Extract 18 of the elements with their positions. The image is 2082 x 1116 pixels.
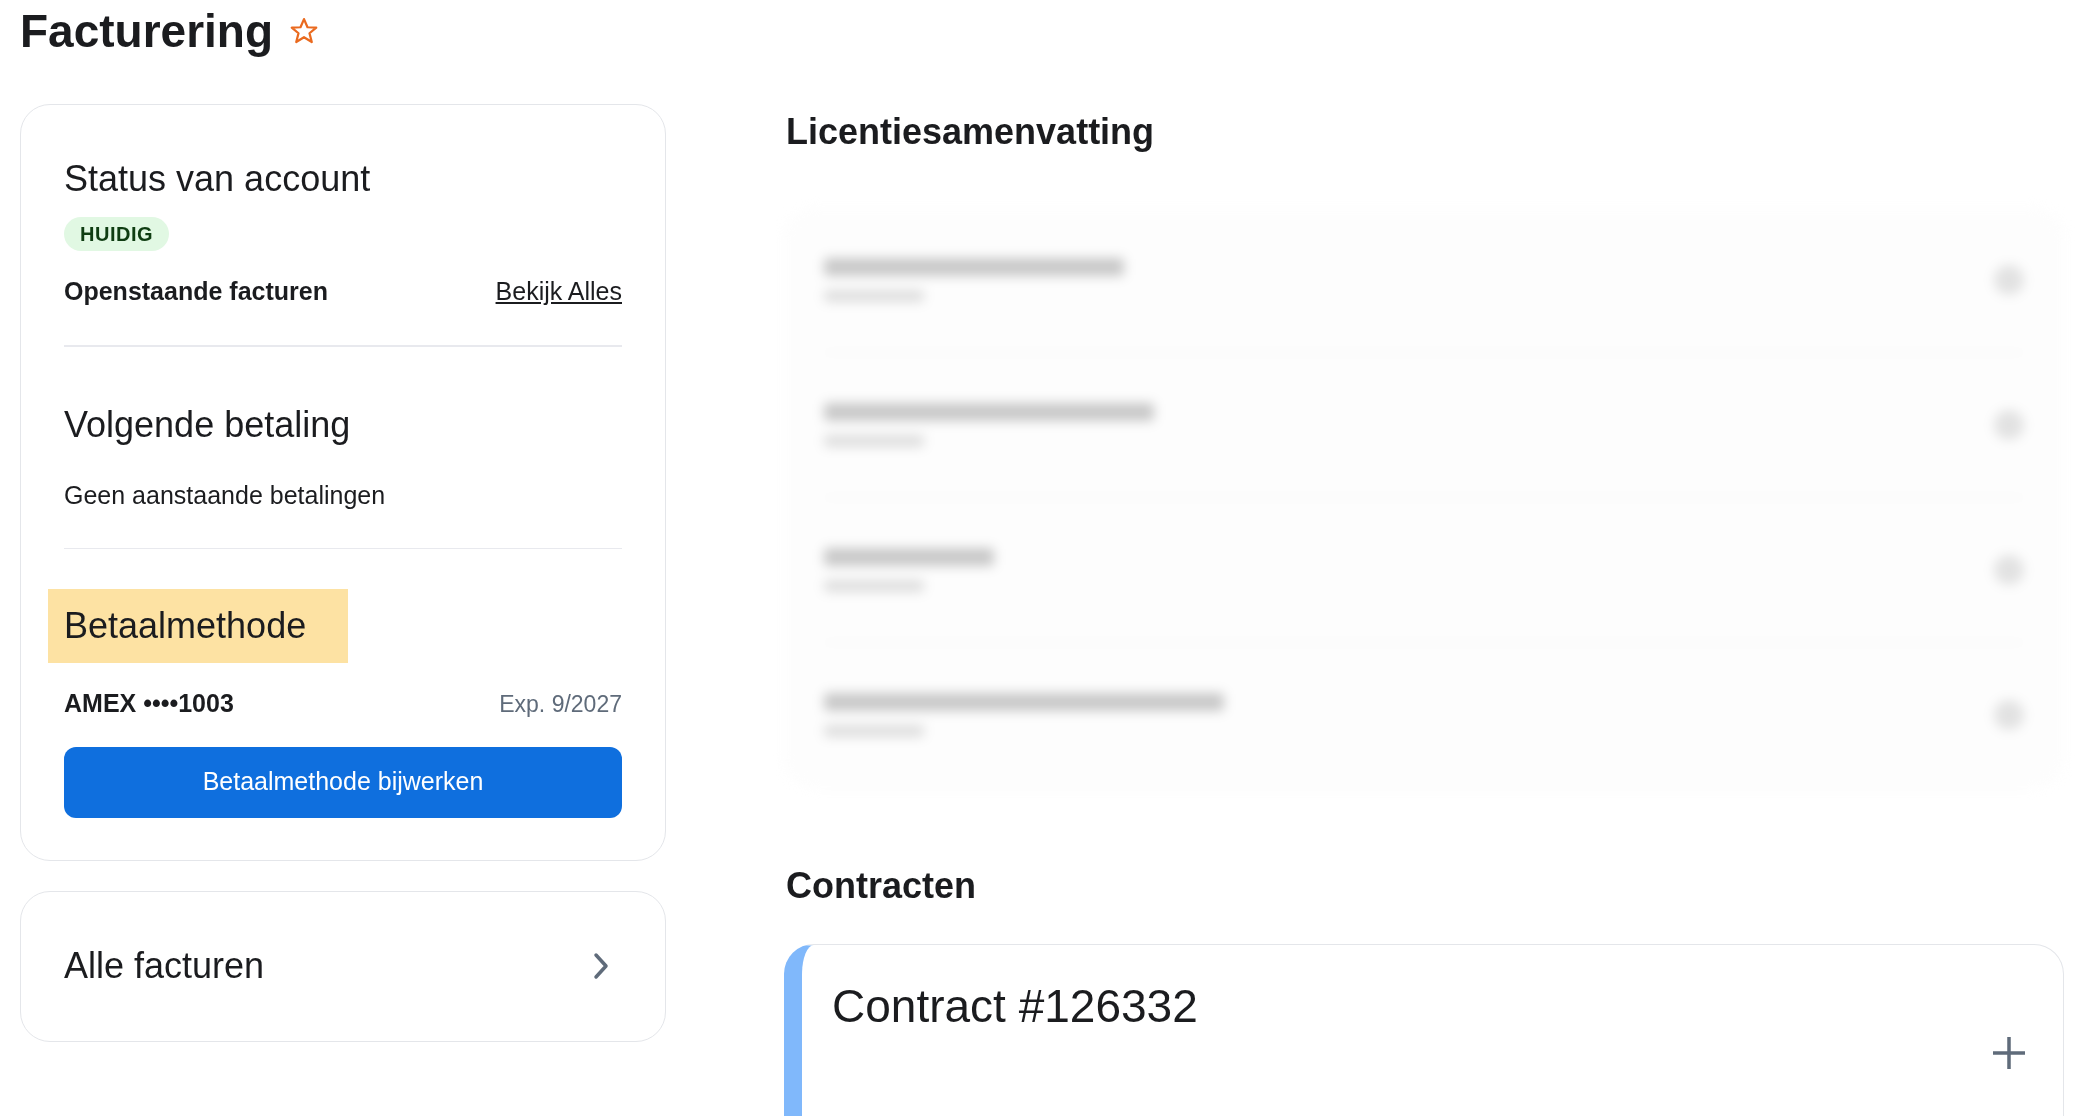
section-heading: Status van account xyxy=(64,161,372,197)
next-payment-text: Geen aanstaande betalingen xyxy=(64,479,387,511)
contract-title: Contract #126332 xyxy=(832,983,1198,1033)
section-heading: Volgende betaling xyxy=(64,406,352,443)
contract-card[interactable]: Contract #126332 xyxy=(784,944,2064,1116)
star-icon[interactable] xyxy=(289,16,320,46)
section-heading: Contracten xyxy=(786,868,978,904)
plus-icon[interactable] xyxy=(1991,1035,2027,1071)
status-badge: HUIDIG xyxy=(64,217,169,251)
update-payment-button[interactable]: Betaalmethode bijwerken xyxy=(64,746,622,818)
all-invoices-label: Alle facturen xyxy=(64,944,265,988)
open-invoices-label: Openstaande facturen xyxy=(64,276,328,307)
view-all-link[interactable]: Bekijk Alles xyxy=(495,273,622,311)
card-number: AMEX ••••1003 xyxy=(64,688,234,719)
section-heading: Betaalmethode xyxy=(48,589,349,663)
all-invoices-card[interactable]: Alle facturen xyxy=(20,890,666,1042)
card-expiry: Exp. 9/2027 xyxy=(499,689,622,719)
section-heading: Licentiesamenvatting xyxy=(786,114,1156,150)
